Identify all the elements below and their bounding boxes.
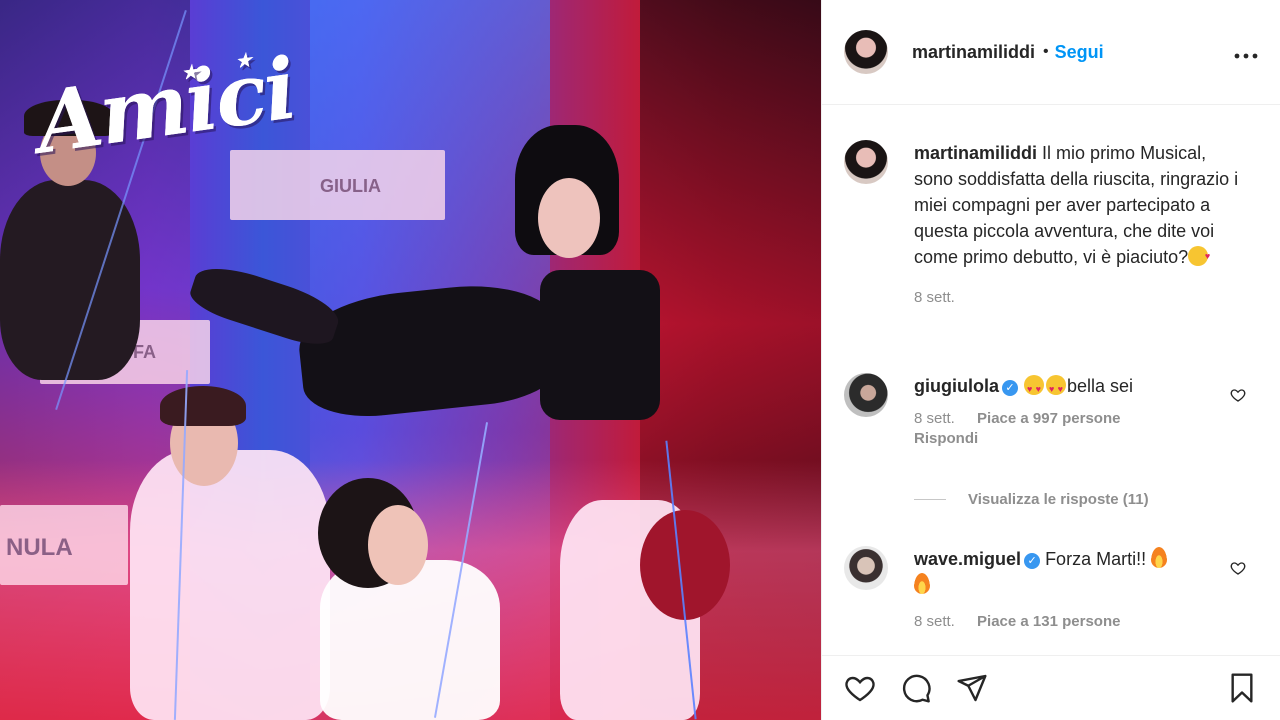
author-username[interactable]: martinamiliddi: [912, 42, 1035, 63]
view-replies-dash: [914, 499, 946, 500]
caption-username[interactable]: martinamiliddi: [914, 143, 1037, 163]
comment-icon[interactable]: [900, 672, 932, 704]
header-separator: •: [1043, 43, 1049, 60]
comments-list[interactable]: martinamiliddi Il mio primo Musical, son…: [822, 106, 1280, 654]
heart-eyes-icon: [1046, 375, 1067, 402]
logo-star-icon: ★: [234, 49, 252, 73]
supporting-dancer-face: [368, 505, 428, 585]
fire-icon: [914, 573, 930, 594]
supporting-dancer-hair: [640, 510, 730, 620]
supporting-dancer: [130, 450, 330, 720]
comment-likes[interactable]: Piace a 131 persone: [977, 613, 1120, 630]
verified-badge-icon: ✓: [1002, 380, 1018, 396]
reply-button[interactable]: Rispondi: [914, 430, 978, 447]
comment-body: giugiulola✓ bella sei 8 sett. Piace a 99…: [914, 373, 1244, 449]
comment-avatar[interactable]: [844, 373, 888, 417]
more-options-icon[interactable]: [1234, 39, 1258, 65]
lifted-dancer-face: [538, 178, 600, 258]
comment-username[interactable]: giugiulola: [914, 376, 999, 396]
comment-item: giugiulola✓ bella sei 8 sett. Piace a 99…: [844, 373, 1258, 449]
desk-label: NULA: [6, 534, 73, 561]
comment-date[interactable]: 8 sett.: [914, 410, 955, 427]
desk-label: GIULIA: [320, 176, 381, 196]
comment-username[interactable]: wave.miguel: [914, 549, 1021, 569]
heart-eyes-icon: [1024, 375, 1045, 402]
caption-date[interactable]: 8 sett.: [914, 289, 955, 306]
bookmark-icon[interactable]: [1226, 672, 1258, 704]
comment-item: wave.miguel ✓ Forza Marti!! 8 sett. Piace…: [844, 546, 1258, 632]
post-image[interactable]: GIULIA RAFFA NULA Amici ★ ★: [0, 0, 821, 720]
caption-avatar[interactable]: [844, 140, 888, 184]
comment-body: wave.miguel ✓ Forza Marti!! 8 sett. Piace…: [914, 546, 1244, 632]
comment-text: bella sei: [1067, 376, 1134, 396]
instagram-post-view: GIULIA RAFFA NULA Amici ★ ★: [0, 0, 1280, 720]
follow-button[interactable]: Segui: [1055, 42, 1104, 63]
comment-meta: 8 sett. Piace a 997 persone Rispondi: [914, 409, 1244, 449]
comment-avatar[interactable]: [844, 546, 888, 590]
smiling-face-with-hearts-icon: [1188, 243, 1210, 269]
author-avatar[interactable]: [844, 30, 888, 74]
caption-meta: 8 sett.: [914, 288, 1244, 308]
like-comment-heart-icon[interactable]: [1230, 560, 1246, 576]
like-comment-heart-icon[interactable]: [1230, 387, 1246, 403]
caption-body: martinamiliddi Il mio primo Musical, son…: [914, 140, 1244, 308]
view-replies-label: Visualizza le risposte (11): [968, 491, 1149, 508]
caption: martinamiliddi Il mio primo Musical, son…: [844, 140, 1258, 308]
logo-star-icon: ★: [180, 61, 198, 85]
heart-icon[interactable]: [844, 672, 876, 704]
fire-icon: [1151, 547, 1168, 568]
lifted-dancer-arm: [540, 270, 660, 420]
verified-badge-icon: ✓: [1024, 553, 1041, 569]
share-icon[interactable]: [956, 672, 988, 704]
comment-text: Forza Marti!!: [1045, 549, 1147, 569]
supporting-dancer-hair: [160, 386, 246, 426]
view-replies-button[interactable]: Visualizza le risposte (11): [914, 491, 1149, 508]
supporting-dancer: [320, 560, 500, 720]
post-side-panel: martinamiliddi • Segui martinamiliddi Il…: [821, 0, 1280, 720]
post-actions-bar: [822, 655, 1280, 720]
comment-likes[interactable]: Piace a 997 persone: [977, 410, 1120, 427]
comment-meta: 8 sett. Piace a 131 persone: [914, 612, 1244, 632]
post-header: martinamiliddi • Segui: [822, 0, 1280, 105]
comment-date[interactable]: 8 sett.: [914, 613, 955, 630]
